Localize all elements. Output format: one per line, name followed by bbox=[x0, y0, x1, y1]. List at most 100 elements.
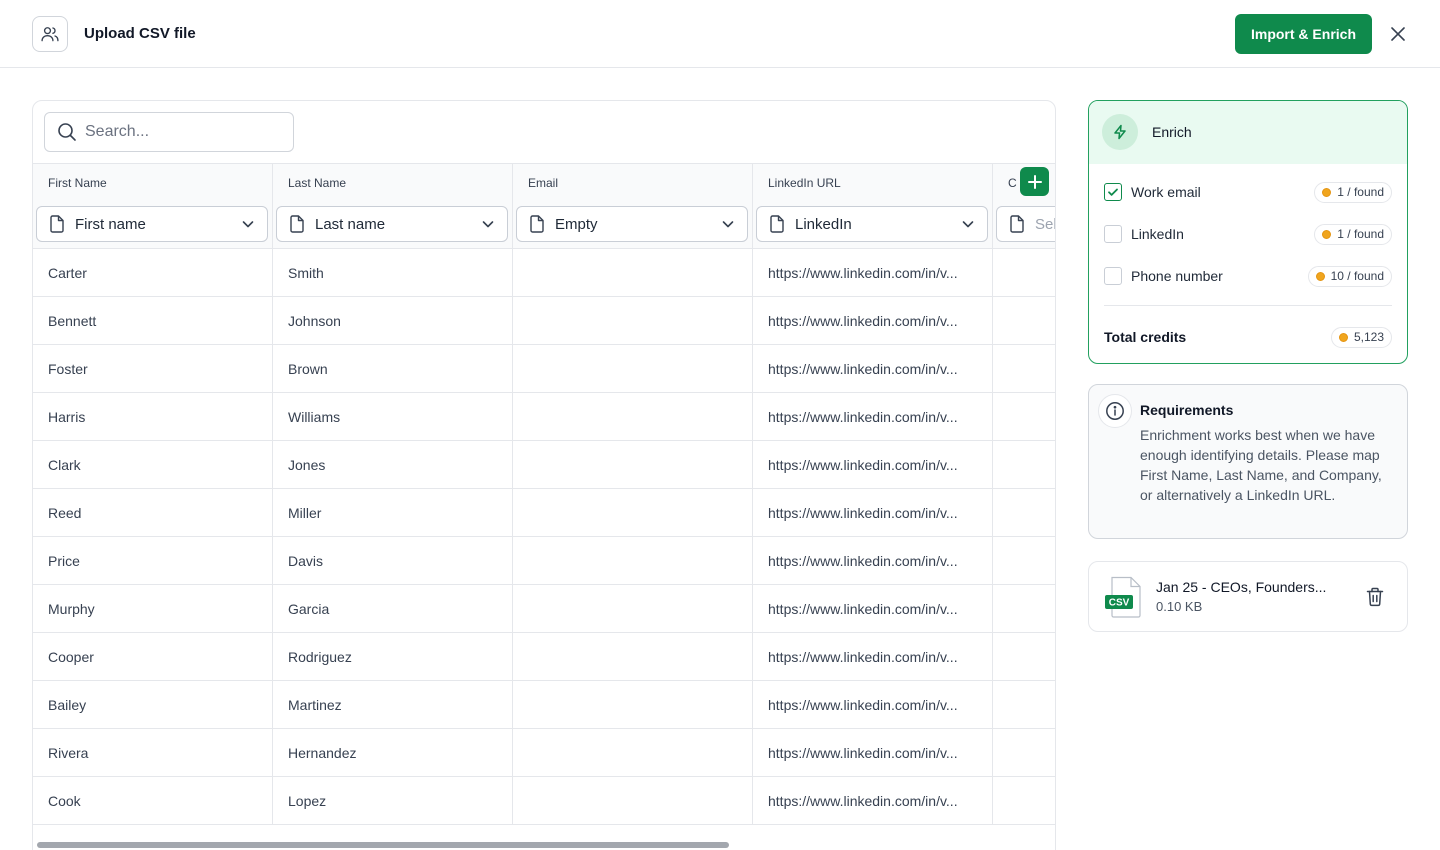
cell-linkedin-url: https://www.linkedin.com/in/v... bbox=[753, 681, 993, 728]
divider bbox=[1104, 305, 1392, 306]
csv-file-icon: CSV bbox=[1105, 576, 1141, 618]
option-work-email[interactable]: Work email 1 / found bbox=[1104, 181, 1392, 203]
delete-file-button[interactable] bbox=[1364, 586, 1386, 608]
page-title: Upload CSV file bbox=[84, 25, 196, 42]
file-icon bbox=[770, 215, 784, 233]
search-box[interactable] bbox=[44, 112, 294, 152]
table-row[interactable]: Bailey Martinez https://www.linkedin.com/i… bbox=[33, 681, 1055, 729]
credits-value: 10 / found bbox=[1330, 269, 1384, 283]
csv-badge-text: CSV bbox=[1109, 598, 1130, 609]
cell-email bbox=[513, 729, 753, 776]
cell-first-name: Foster bbox=[33, 345, 273, 392]
table-row[interactable]: Cook Lopez https://www.linkedin.com/in/v..… bbox=[33, 777, 1055, 825]
work-email-checkbox[interactable] bbox=[1104, 183, 1122, 201]
bolt-icon bbox=[1114, 124, 1126, 140]
table-row[interactable]: Carter Smith https://www.linkedin.com/in/v… bbox=[33, 249, 1055, 297]
cell-first-name: Bennett bbox=[33, 297, 273, 344]
option-phone-number[interactable]: Phone number 10 / found bbox=[1104, 265, 1392, 287]
cell-linkedin-url: https://www.linkedin.com/in/v... bbox=[753, 441, 993, 488]
mapping-value: Sel bbox=[1035, 215, 1056, 233]
cell-first-name: Reed bbox=[33, 489, 273, 536]
cell-last-name: Jones bbox=[273, 441, 513, 488]
horizontal-scrollbar[interactable] bbox=[37, 842, 729, 848]
table-row[interactable]: Reed Miller https://www.linkedin.com/in/v.… bbox=[33, 489, 1055, 537]
mapping-select-partial[interactable]: Sel bbox=[996, 206, 1056, 242]
credits-pill: 10 / found bbox=[1307, 265, 1392, 287]
cell-partial bbox=[993, 585, 1055, 632]
file-size: 0.10 KB bbox=[1156, 599, 1203, 614]
option-linkedin[interactable]: LinkedIn 1 / found bbox=[1104, 223, 1392, 245]
table-row[interactable]: Rivera Hernandez https://www.linkedin.com/… bbox=[33, 729, 1055, 777]
cell-first-name: Cook bbox=[33, 777, 273, 824]
credits-pill: 1 / found bbox=[1314, 181, 1392, 203]
cell-first-name: Cooper bbox=[33, 633, 273, 680]
cell-last-name: Williams bbox=[273, 393, 513, 440]
cell-partial bbox=[993, 489, 1055, 536]
column-label: First Name bbox=[48, 176, 107, 190]
enrich-card: Enrich Work email 1 / found LinkedIn 1 /… bbox=[1088, 100, 1408, 364]
cell-partial bbox=[993, 249, 1055, 296]
file-icon bbox=[1010, 215, 1024, 233]
table-row[interactable]: Harris Williams https://www.linkedin.com/i… bbox=[33, 393, 1055, 441]
cell-linkedin-url: https://www.linkedin.com/in/v... bbox=[753, 777, 993, 824]
table-row[interactable]: Bennett Johnson https://www.linkedin.com/i… bbox=[33, 297, 1055, 345]
search-input[interactable] bbox=[85, 123, 285, 141]
cell-email bbox=[513, 489, 753, 536]
add-column-button[interactable] bbox=[1020, 167, 1049, 196]
requirements-text: Enrichment works best when we have enoug… bbox=[1140, 427, 1382, 503]
close-button[interactable] bbox=[1386, 22, 1410, 46]
table-row[interactable]: Foster Brown https://www.linkedin.com/in/v… bbox=[33, 345, 1055, 393]
cell-first-name: Price bbox=[33, 537, 273, 584]
column-header-linkedin-url: LinkedIn URL LinkedIn bbox=[753, 164, 993, 248]
cell-linkedin-url: https://www.linkedin.com/in/v... bbox=[753, 297, 993, 344]
users-icon-box bbox=[32, 16, 68, 52]
column-header-email: Email Empty bbox=[513, 164, 753, 248]
import-enrich-button[interactable]: Import & Enrich bbox=[1235, 14, 1372, 54]
cell-linkedin-url: https://www.linkedin.com/in/v... bbox=[753, 537, 993, 584]
cell-last-name: Lopez bbox=[273, 777, 513, 824]
info-icon-circle bbox=[1098, 394, 1132, 428]
enrich-header: Enrich bbox=[1089, 101, 1407, 164]
linkedin-checkbox[interactable] bbox=[1104, 225, 1122, 243]
table-row[interactable]: Cooper Rodriguez https://www.linkedin.com/… bbox=[33, 633, 1055, 681]
cell-email bbox=[513, 777, 753, 824]
total-credits-pill: 5,123 bbox=[1330, 326, 1392, 348]
table-row[interactable]: Price Davis https://www.linkedin.com/in/v.… bbox=[33, 537, 1055, 585]
credits-pill: 1 / found bbox=[1314, 223, 1392, 245]
column-header-first-name: First Name First name bbox=[33, 164, 273, 248]
option-label: Work email bbox=[1131, 184, 1201, 200]
option-label: LinkedIn bbox=[1131, 226, 1184, 242]
cell-email bbox=[513, 345, 753, 392]
cell-last-name: Martinez bbox=[273, 681, 513, 728]
cell-linkedin-url: https://www.linkedin.com/in/v... bbox=[753, 393, 993, 440]
mapping-select-linkedin[interactable]: LinkedIn bbox=[756, 206, 988, 242]
cell-partial bbox=[993, 777, 1055, 824]
cell-first-name: Bailey bbox=[33, 681, 273, 728]
mapping-select-last-name[interactable]: Last name bbox=[276, 206, 508, 242]
cell-linkedin-url: https://www.linkedin.com/in/v... bbox=[753, 729, 993, 776]
close-icon bbox=[1391, 27, 1405, 41]
column-header-last-name: Last Name Last name bbox=[273, 164, 513, 248]
total-credits-value: 5,123 bbox=[1353, 330, 1384, 344]
cell-linkedin-url: https://www.linkedin.com/in/v... bbox=[753, 345, 993, 392]
phone-number-checkbox[interactable] bbox=[1104, 267, 1122, 285]
option-label: Phone number bbox=[1131, 268, 1223, 284]
coin-icon bbox=[1315, 271, 1325, 281]
search-icon bbox=[58, 123, 76, 141]
table-row[interactable]: Clark Jones https://www.linkedin.com/in/v.… bbox=[33, 441, 1055, 489]
column-label: LinkedIn URL bbox=[768, 176, 841, 190]
mapping-select-first-name[interactable]: First name bbox=[36, 206, 268, 242]
mapping-select-email[interactable]: Empty bbox=[516, 206, 748, 242]
chevron-down-icon bbox=[241, 217, 255, 231]
cell-email bbox=[513, 585, 753, 632]
cell-email bbox=[513, 681, 753, 728]
table-row[interactable]: Murphy Garcia https://www.linkedin.com/in/… bbox=[33, 585, 1055, 633]
cell-last-name: Rodriguez bbox=[273, 633, 513, 680]
requirements-title: Requirements bbox=[1140, 402, 1234, 418]
cell-first-name: Murphy bbox=[33, 585, 273, 632]
column-label: Email bbox=[528, 176, 559, 190]
cell-email bbox=[513, 297, 753, 344]
file-name: Jan 25 - CEOs, Founders... bbox=[1156, 579, 1327, 595]
trash-icon bbox=[1366, 587, 1384, 607]
file-icon bbox=[530, 215, 544, 233]
